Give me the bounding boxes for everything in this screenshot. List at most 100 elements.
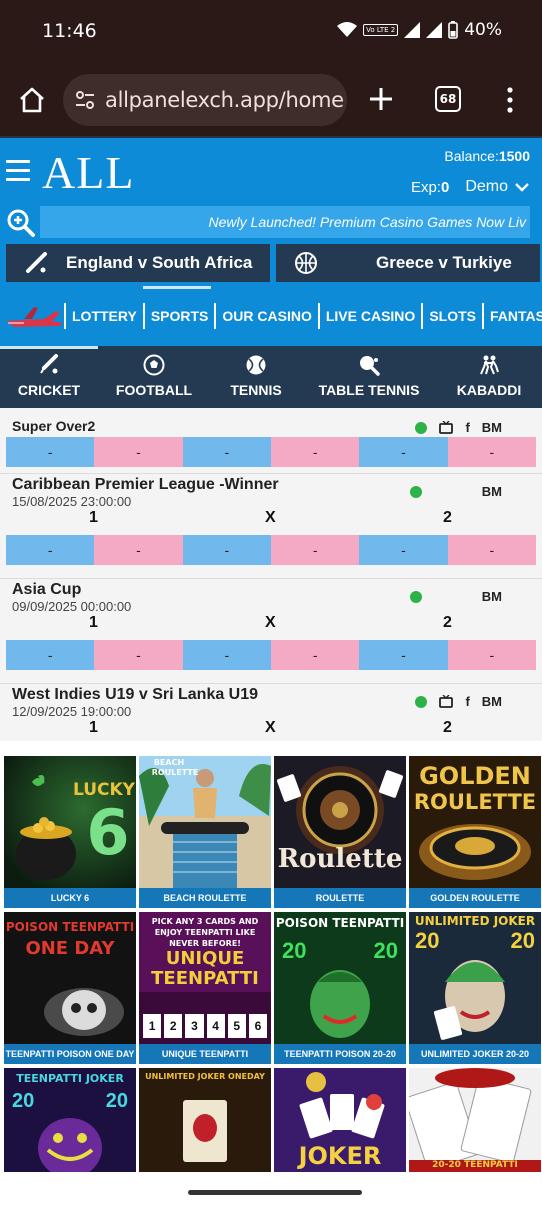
lay-odds[interactable]: - — [94, 535, 183, 565]
exposure-row: Exp: 0 Demo — [411, 178, 530, 196]
odds-labels: 1 X 2 — [0, 614, 542, 636]
label-2: 2 — [443, 719, 452, 736]
lay-odds[interactable]: - — [94, 640, 183, 670]
live-dot-icon — [409, 485, 422, 498]
featured-match-2[interactable]: Greece v Turkiye — [276, 244, 540, 282]
new-tab-icon[interactable] — [366, 84, 396, 114]
status-bar: 11:46 Vo LTE 2 40% — [0, 0, 542, 64]
lay-odds[interactable]: - — [270, 437, 360, 467]
back-odds[interactable]: - — [6, 437, 95, 467]
tab-label: CRICKET — [17, 382, 81, 398]
nav-fantasy[interactable]: FANTASY — [481, 303, 542, 329]
balance-value: 1500 — [498, 148, 530, 164]
match-icons: BM — [409, 484, 502, 499]
match-row[interactable]: Caribbean Premier League -Winner 15/08/2… — [0, 474, 542, 579]
casino-card-teenpatti-joker[interactable]: TEENPATTI JOKER 20 20 — [4, 1068, 136, 1172]
tab-table-tennis[interactable]: TABLE TENNIS — [302, 346, 436, 408]
fancy-badge: f — [465, 694, 470, 709]
lay-odds[interactable]: - — [447, 535, 536, 565]
poison-teenpatti-2-text: POISON TEENPATTI — [275, 916, 405, 930]
label-1: 1 — [89, 509, 98, 526]
back-odds[interactable]: - — [359, 437, 448, 467]
casino-card-unlimited-joker-oneday[interactable]: UNLIMITED JOKER ONEDAY — [139, 1068, 271, 1172]
digit-card: 3 — [185, 1014, 204, 1038]
featured-match-1[interactable]: England v South Africa — [6, 244, 270, 282]
casino-card-unique-teenpatti[interactable]: PICK ANY 3 CARDS AND ENJOY TEENPATTI LIK… — [139, 912, 271, 1064]
lay-odds[interactable]: - — [94, 437, 183, 467]
gesture-handle[interactable] — [188, 1190, 362, 1195]
casino-card-joker[interactable]: JOKER — [274, 1068, 406, 1172]
casino-card-unlimited-joker-20-20[interactable]: UNLIMITED JOKER 20 20 UNLIMITED JOKER 20… — [409, 912, 541, 1064]
teenpatti-text: TEENPATTI — [151, 968, 259, 989]
match-icons: f BM — [415, 420, 502, 435]
home-icon[interactable] — [18, 86, 46, 114]
casino-card-golden-roulette[interactable]: GOLDEN ROULETTE GOLDEN ROULETTE — [409, 756, 541, 908]
tab-label: TENNIS — [230, 382, 282, 398]
casino-caption: LUCKY 6 — [4, 888, 136, 908]
nav-our-casino[interactable]: OUR CASINO — [214, 303, 317, 329]
demo-dropdown[interactable]: Demo — [465, 178, 508, 196]
match-row[interactable]: Super Over2 f BM - - - - - - — [0, 408, 542, 474]
browser-menu-icon[interactable] — [503, 86, 517, 114]
battery-percent: 40% — [464, 20, 502, 40]
site-settings-icon[interactable] — [75, 91, 95, 109]
exp-value: 0 — [440, 178, 450, 196]
lay-odds[interactable]: - — [447, 640, 536, 670]
tab-switcher-button[interactable]: 68 — [435, 86, 461, 112]
teenpatti-joker-text: TEENPATTI JOKER — [16, 1072, 124, 1085]
unlimited-joker-text: UNLIMITED JOKER — [414, 914, 536, 928]
digit-card: 5 — [227, 1014, 246, 1038]
casino-card-teenpatti-poison-20-20[interactable]: POISON TEENPATTI 20 20 TEENPATTI POISON … — [274, 912, 406, 1064]
back-odds[interactable]: - — [182, 437, 271, 467]
casino-card-beach-roulette[interactable]: BEACH ROULETTE BEACH ROULETTE — [139, 756, 271, 908]
casino-card-lucky-6[interactable]: LUCKY 6 LUCKY 6 — [4, 756, 136, 908]
back-odds[interactable]: - — [359, 535, 448, 565]
casino-card-roulette[interactable]: Roulette ROULETTE — [274, 756, 406, 908]
chevron-down-icon[interactable] — [514, 181, 530, 193]
hamburger-menu-icon[interactable] — [6, 160, 30, 182]
odds-labels: 1 X 2 — [0, 719, 542, 741]
odds-row: - - - - - - — [6, 437, 536, 467]
back-odds[interactable]: - — [359, 640, 448, 670]
nav-lottery[interactable]: LOTTERY — [64, 303, 143, 329]
label-2: 2 — [443, 614, 452, 631]
aviator-plane-icon[interactable] — [4, 296, 64, 336]
odds-row: - - - - - - — [6, 640, 536, 670]
volte-icon: Vo LTE 2 — [363, 24, 399, 36]
tab-football[interactable]: FOOTBALL — [98, 346, 210, 408]
nav-active-indicator — [143, 286, 211, 289]
address-bar[interactable]: allpanelexch.app/home — [63, 74, 347, 126]
casino-caption: UNIQUE TEENPATTI — [139, 1044, 271, 1064]
casino-card-teenpatti-poison-one-day[interactable]: POISON TEENPATTI ONE DAY TEENPATTI POISO… — [4, 912, 136, 1064]
tab-kabaddi[interactable]: KABADDI — [436, 346, 542, 408]
lay-odds[interactable]: - — [270, 535, 360, 565]
exp-label: Exp: — [410, 178, 441, 196]
back-odds[interactable]: - — [6, 535, 95, 565]
tab-tennis[interactable]: TENNIS — [210, 346, 302, 408]
casino-card-20-20-teenpatti[interactable]: 20-20 TEENPATTI — [409, 1068, 541, 1172]
nav-sports[interactable]: SPORTS — [142, 303, 215, 329]
status-icons: Vo LTE 2 40% — [337, 20, 502, 40]
cricket-bat-icon — [26, 252, 47, 273]
back-odds[interactable]: - — [182, 535, 271, 565]
lay-odds[interactable]: - — [270, 640, 360, 670]
beach-text: BEACH — [153, 758, 185, 767]
search-icon[interactable] — [6, 208, 36, 238]
back-odds[interactable]: - — [182, 640, 271, 670]
tab-cricket[interactable]: CRICKET — [0, 346, 98, 408]
lay-odds[interactable]: - — [447, 437, 536, 467]
twenty-right: 20 — [510, 928, 535, 953]
six-text: 6 — [86, 796, 130, 869]
bm-badge: BM — [481, 420, 502, 435]
match-row[interactable]: Asia Cup 09/09/2025 00:00:00 BM 1 X 2 - … — [0, 579, 542, 684]
nav-slots[interactable]: SLOTS — [421, 303, 482, 329]
match-row[interactable]: West Indies U19 v Sri Lanka U19 12/09/20… — [0, 684, 542, 741]
nav-live-casino[interactable]: LIVE CASINO — [317, 303, 421, 329]
tab-label: TABLE TENNIS — [318, 382, 420, 398]
back-odds[interactable]: - — [6, 640, 95, 670]
site-logo[interactable]: ALL — [42, 146, 134, 199]
tp-20-20-art — [409, 1068, 541, 1172]
sports-tabs: CRICKET FOOTBALL TENNIS TABLE TENNIS KAB… — [0, 346, 542, 408]
cricket-icon — [40, 354, 58, 374]
live-dot-icon — [409, 590, 422, 603]
